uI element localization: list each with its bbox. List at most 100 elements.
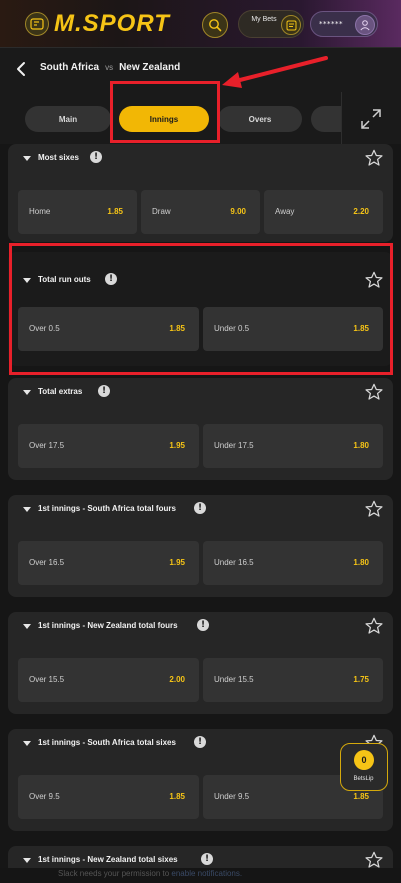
page: M.SPORT My Bets ****** South Africa vs N… [0,0,401,883]
star-icon[interactable] [365,500,383,518]
market-title: Total run outs [38,275,91,284]
outcome-label: Over 0.5 [29,324,60,333]
tab-divider [341,92,342,144]
outcome-label: Over 9.5 [29,792,60,801]
logo[interactable]: M.SPORT [54,10,170,38]
expand-button[interactable] [358,106,384,132]
market-title: 1st innings - New Zealand total fours [38,621,178,630]
odds-button[interactable]: Under 17.5 1.80 [203,424,383,468]
odds-value: 1.75 [353,675,369,684]
match-title: South Africa vs New Zealand [40,62,180,73]
away-team: New Zealand [119,62,181,73]
market-card: 1st innings - South Africa total fours !… [8,495,393,597]
odds-button[interactable]: Over 15.5 2.00 [18,658,199,702]
outcome-label: Over 17.5 [29,441,65,450]
collapse-triangle-icon[interactable] [23,156,31,161]
outcome-label: Draw [152,207,171,216]
market-card: 1st innings - New Zealand total fours ! … [8,612,393,714]
betslip-label: BetsLip [353,776,374,782]
info-icon[interactable]: ! [105,273,117,285]
odds-button[interactable]: Over 9.5 1.85 [18,775,199,819]
odds-button[interactable]: Under 15.5 1.75 [203,658,383,702]
market-card: Most sixes ! Home 1.85 Draw 9.00 Away 2.20 [8,144,393,242]
odds-button[interactable]: Over 0.5 1.85 [18,307,199,351]
odds-value: 1.85 [169,324,185,333]
odds-button[interactable]: Under 0.5 1.85 [203,307,383,351]
odds-button[interactable]: Over 16.5 1.95 [18,541,199,585]
betslip-button[interactable]: 0 BetsLip [340,743,388,791]
collapse-triangle-icon[interactable] [23,741,31,746]
odds-value: 1.85 [107,207,123,216]
top-bar: M.SPORT My Bets ****** [0,0,401,48]
odds-button[interactable]: Over 17.5 1.95 [18,424,199,468]
chevron-left-icon [17,62,25,76]
tab-innings[interactable]: Innings [119,106,209,132]
bets-list-icon [281,15,301,35]
search-icon [209,19,222,32]
my-bets-button[interactable]: My Bets [238,10,304,38]
odds-button[interactable]: Home 1.85 [18,190,137,234]
outcome-label: Under 16.5 [214,558,254,567]
odds-button[interactable]: Away 2.20 [264,190,383,234]
odds-value: 1.95 [169,558,185,567]
notification-bar: Slack needs your permission to enable no… [0,868,401,883]
odds-value: 9.00 [230,207,246,216]
tab-main[interactable]: Main [25,106,111,132]
collapse-triangle-icon[interactable] [23,624,31,629]
account-button[interactable]: ****** [310,11,378,37]
star-icon[interactable] [365,149,383,167]
odds-button[interactable]: Draw 9.00 [141,190,260,234]
tab-next-partial[interactable] [311,106,341,132]
odds-value: 1.80 [353,441,369,450]
odds-value: 2.00 [169,675,185,684]
home-team: South Africa [40,62,100,73]
odds-value: 1.85 [353,792,369,801]
odds-value: 1.85 [353,324,369,333]
info-icon[interactable]: ! [197,619,209,631]
market-tabs: Main Innings Overs [0,92,401,144]
my-bets-label: My Bets [251,16,277,23]
odds-button[interactable]: Under 16.5 1.80 [203,541,383,585]
market-title: 1st innings - South Africa total sixes [38,738,176,747]
market-title: Total extras [38,387,83,396]
info-icon[interactable]: ! [201,853,213,865]
menu-button[interactable] [25,12,49,36]
outcome-label: Under 15.5 [214,675,254,684]
market-card: Total run outs ! Over 0.5 1.85 Under 0.5 1… [8,252,393,366]
star-icon[interactable] [365,851,383,869]
masked-balance: ****** [319,20,343,28]
match-bar: South Africa vs New Zealand [0,48,401,92]
odds-value: 1.95 [169,441,185,450]
market-title: 1st innings - South Africa total fours [38,504,176,513]
outcome-label: Under 0.5 [214,324,250,333]
search-button[interactable] [202,12,228,38]
collapse-triangle-icon[interactable] [23,278,31,283]
odds-value: 1.85 [169,792,185,801]
star-icon[interactable] [365,383,383,401]
market-card: 1st innings - South Africa total sixes !… [8,729,393,831]
info-icon[interactable]: ! [194,502,206,514]
odds-value: 1.80 [353,558,369,567]
odds-value: 2.20 [353,207,369,216]
outcome-label: Away [275,207,295,216]
expand-icon [361,109,381,129]
vs-label: vs [105,63,114,72]
collapse-triangle-icon[interactable] [23,390,31,395]
collapse-triangle-icon[interactable] [23,507,31,512]
enable-notifications-link[interactable]: enable notifications. [171,869,242,878]
collapse-triangle-icon[interactable] [23,858,31,863]
star-icon[interactable] [365,617,383,635]
star-icon[interactable] [365,271,383,289]
back-button[interactable] [12,59,30,79]
tab-overs[interactable]: Overs [218,106,302,132]
notification-text: Slack needs your permission to enable no… [58,869,242,878]
info-icon[interactable]: ! [90,151,102,163]
market-card: Total extras ! Over 17.5 1.95 Under 17.5 1… [8,378,393,480]
outcome-label: Over 16.5 [29,558,65,567]
sort-az-icon [30,18,44,30]
outcome-label: Under 9.5 [214,792,250,801]
info-icon[interactable]: ! [98,385,110,397]
market-title: Most sixes [38,153,79,162]
info-icon[interactable]: ! [194,736,206,748]
notification-message: Slack needs your permission to [58,869,172,878]
